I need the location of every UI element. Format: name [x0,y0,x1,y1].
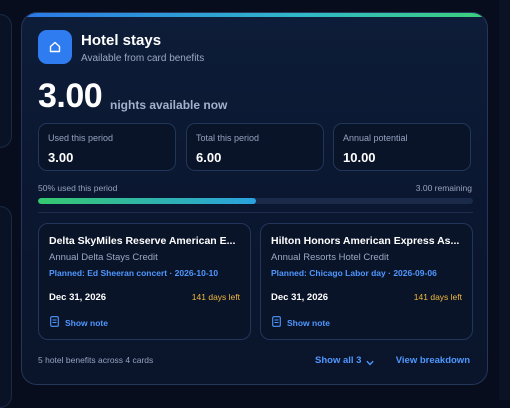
show-note-button[interactable]: Show note [272,316,330,329]
benefit-credit-name: Annual Delta Stays Credit [49,252,158,263]
stat-label: Annual potential [343,133,408,143]
document-icon [50,316,59,329]
benefit-days-left: 141 days left [413,292,462,302]
stat-total-this-period: Total this period 6.00 [186,123,324,171]
benefit-card[interactable]: Hilton Honors American Express As... Ann… [260,223,473,340]
chevron-down-icon [366,359,374,370]
benefit-planned-link[interactable]: Planned: Ed Sheeran concert · 2026-10-10 [49,268,218,278]
benefits-summary-text: 5 hotel benefits across 4 cards [38,355,154,365]
nights-available-caption: nights available now [110,98,228,112]
stat-value: 10.00 [343,150,376,165]
divider [38,212,473,213]
progress-remaining-label: 3.00 remaining [415,183,472,193]
stat-value: 6.00 [196,150,222,165]
benefit-card-name: Delta SkyMiles Reserve American E... [49,235,236,247]
show-note-label: Show note [65,317,108,328]
adjacent-card-left-top [0,14,12,148]
show-note-label: Show note [287,317,330,328]
adjacent-card-right [499,0,510,400]
usage-progress-fill [38,198,256,204]
stat-label: Used this period [48,133,114,143]
home-icon [38,30,72,64]
stat-annual-potential: Annual potential 10.00 [333,123,471,171]
show-note-button[interactable]: Show note [50,316,108,329]
benefit-card-name: Hilton Honors American Express As... [271,235,460,247]
show-all-button[interactable]: Show all 3 [315,355,374,370]
hotel-stays-card: Hotel stays Available from card benefits… [21,12,488,385]
show-all-label: Show all 3 [315,355,362,366]
stat-label: Total this period [196,133,260,143]
benefit-days-left: 141 days left [191,292,240,302]
card-accent-bar [22,13,487,17]
adjacent-card-left-bottom [0,206,12,408]
view-breakdown-link[interactable]: View breakdown [396,355,470,366]
stat-value: 3.00 [48,150,74,165]
card-title: Hotel stays [81,32,162,49]
benefit-expiry-date: Dec 31, 2026 [49,292,107,303]
card-subtitle: Available from card benefits [81,53,205,64]
benefit-credit-name: Annual Resorts Hotel Credit [271,252,389,263]
stat-used-this-period: Used this period 3.00 [38,123,176,171]
document-icon [272,316,281,329]
benefit-card[interactable]: Delta SkyMiles Reserve American E... Ann… [38,223,251,340]
usage-progress-bar [38,198,473,204]
nights-available-value: 3.00 [38,77,103,115]
progress-used-label: 50% used this period [38,183,118,193]
benefit-expiry-date: Dec 31, 2026 [271,292,329,303]
benefit-planned-link[interactable]: Planned: Chicago Labor day · 2026-09-06 [271,268,437,278]
